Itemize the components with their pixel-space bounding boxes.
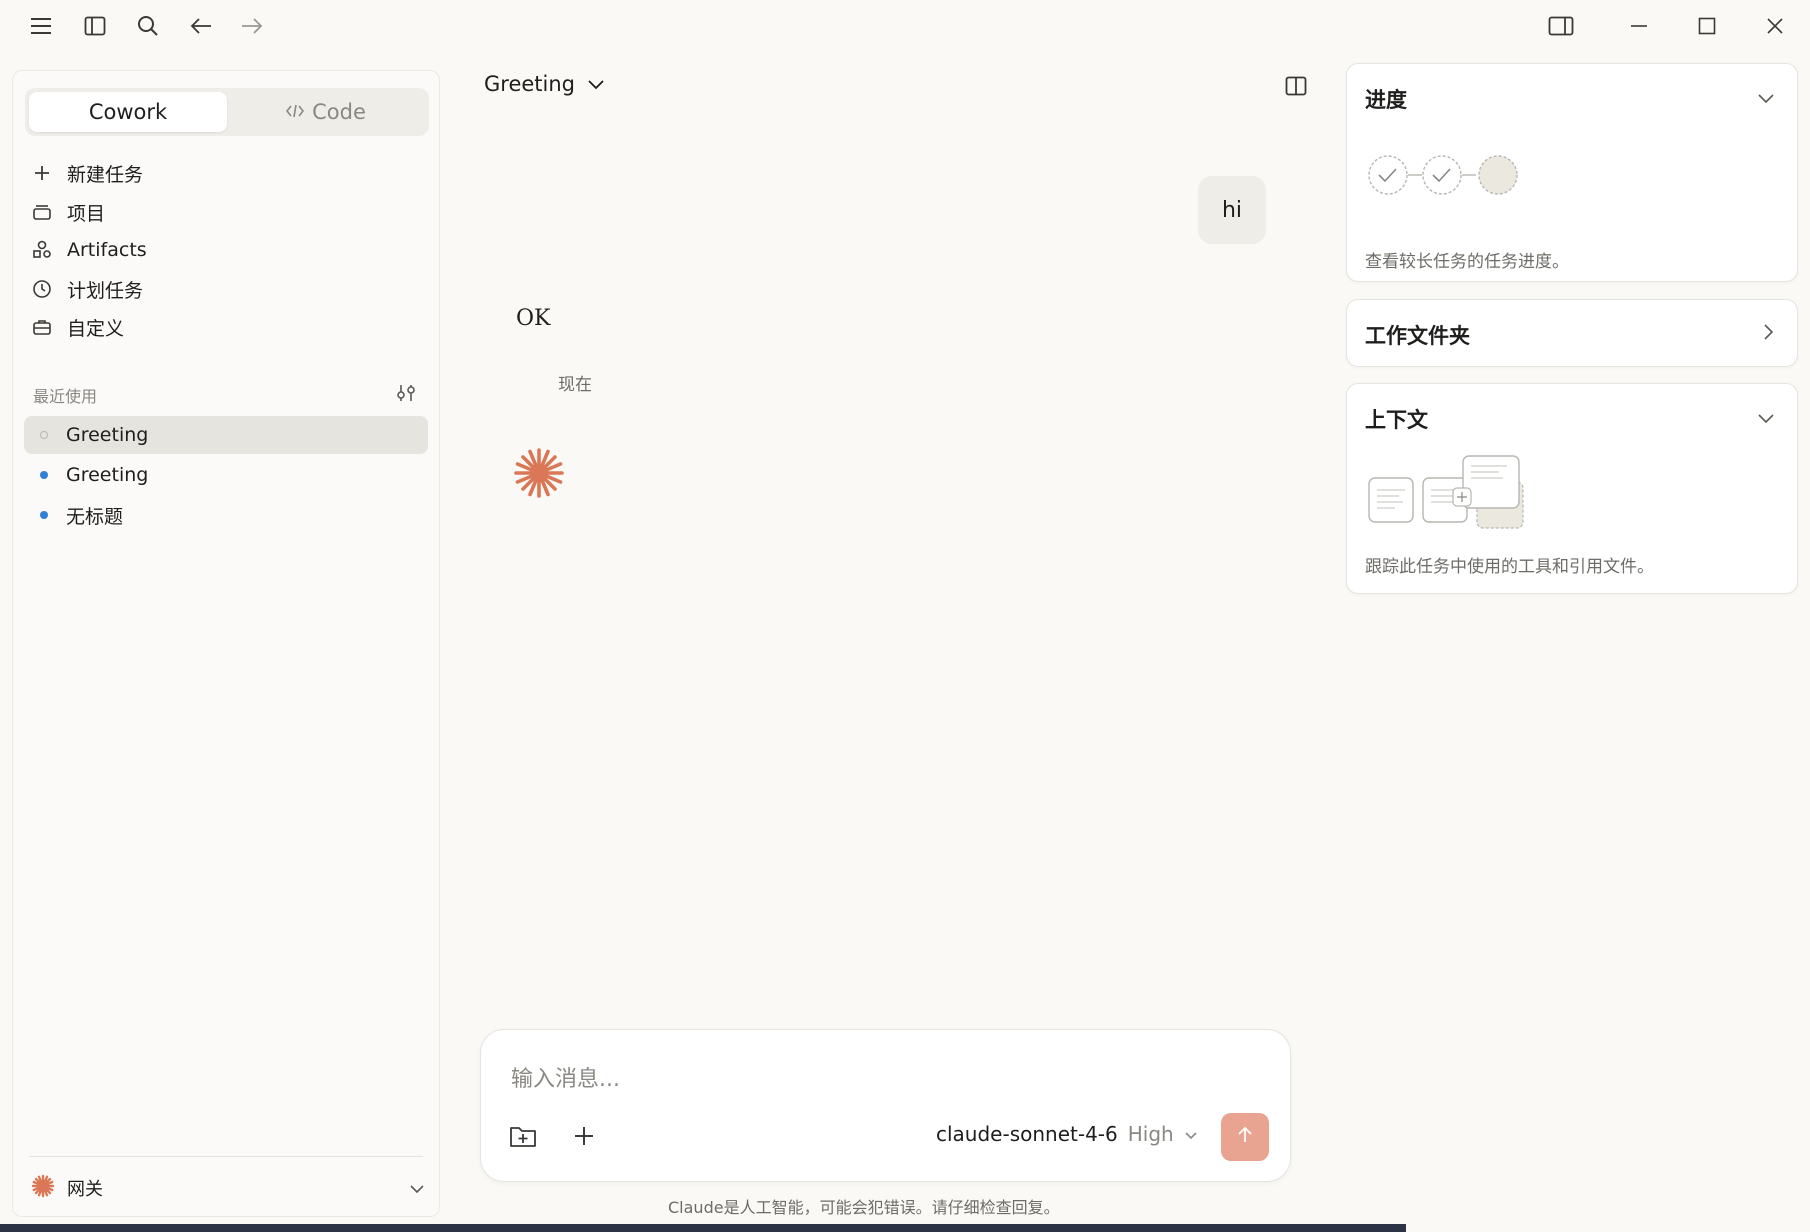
progress-card-title: 进度 — [1365, 88, 1407, 112]
model-selector[interactable]: claude-sonnet-4-6 High — [936, 1122, 1198, 1146]
taskbar-strip — [0, 1224, 1406, 1232]
plus-icon — [31, 162, 53, 184]
folder-stack-icon — [31, 201, 53, 223]
chevron-down-icon[interactable] — [1757, 410, 1775, 429]
sidebar-item-label: 新建任务 — [67, 163, 144, 186]
sidebar-item-artifacts[interactable]: Artifacts — [31, 233, 421, 267]
claude-spark-icon — [31, 1174, 55, 1203]
recent-item-label: Greeting — [66, 424, 149, 446]
sidebar-item-label: 自定义 — [67, 317, 125, 340]
user-message-bubble: hi — [1198, 176, 1266, 244]
forward-arrow-icon[interactable] — [237, 12, 267, 40]
sidebar-item-new-task[interactable]: 新建任务 — [31, 156, 421, 190]
progress-card-description: 查看较长任务的任务进度。 — [1365, 252, 1569, 272]
model-name: claude-sonnet-4-6 — [936, 1122, 1118, 1146]
back-arrow-icon[interactable] — [186, 12, 216, 40]
message-composer: claude-sonnet-4-6 High — [480, 1029, 1291, 1182]
chevron-down-icon — [1184, 1122, 1198, 1146]
sidebar-item-projects[interactable]: 项目 — [31, 195, 421, 229]
working-folder-card[interactable]: 工作文件夹 — [1346, 299, 1798, 367]
panel-layout-icon[interactable] — [1546, 12, 1576, 40]
search-icon[interactable] — [133, 12, 163, 40]
recent-item-label: 无标题 — [66, 505, 124, 528]
sidebar-item-label: Artifacts — [67, 239, 147, 261]
arrow-up-icon — [1237, 1126, 1253, 1148]
sidebar-item-scheduled[interactable]: 计划任务 — [31, 272, 421, 306]
add-attachment-button[interactable] — [566, 1118, 602, 1154]
claude-spark-icon — [512, 446, 566, 504]
chevron-down-icon — [587, 72, 605, 96]
sidebar-item-label: 项目 — [67, 202, 106, 225]
context-card: 上下文 跟踪此任务中使用的工具和引用文件。 — [1346, 383, 1798, 594]
tab-cowork[interactable]: Cowork — [29, 92, 227, 132]
add-folder-button[interactable] — [505, 1118, 541, 1154]
mode-switch: Cowork Code — [25, 88, 429, 136]
title-bar — [0, 0, 1810, 54]
chevron-down-icon — [409, 1178, 425, 1199]
sidebar-toggle-icon[interactable] — [80, 12, 110, 40]
progress-card: 进度 查看较长任务的任务进度。 — [1346, 63, 1798, 282]
maximize-icon[interactable] — [1692, 12, 1722, 40]
tab-cowork-label: Cowork — [88, 100, 168, 124]
assistant-message-text: OK — [516, 306, 551, 331]
message-input[interactable] — [511, 1060, 1251, 1098]
recent-item[interactable]: Greeting — [24, 416, 428, 454]
close-icon[interactable] — [1760, 12, 1790, 40]
context-card-title: 上下文 — [1365, 408, 1428, 432]
chevron-right-icon — [1763, 323, 1775, 345]
recent-item[interactable]: 无标题 — [24, 496, 428, 534]
recent-item[interactable]: Greeting — [24, 456, 428, 494]
recent-item-label: Greeting — [66, 464, 149, 486]
filter-sliders-icon[interactable] — [395, 383, 417, 407]
working-folder-title: 工作文件夹 — [1365, 324, 1470, 348]
context-files-illustration — [1367, 452, 1527, 538]
sidebar: Cowork Code 新建任务 项目 Artifacts 计划任务 自定义 最… — [12, 70, 440, 1217]
model-effort: High — [1127, 1122, 1174, 1146]
send-button[interactable] — [1221, 1113, 1269, 1161]
gateway-label: 网关 — [67, 1179, 103, 1200]
app-window: Cowork Code 新建任务 项目 Artifacts 计划任务 自定义 最… — [0, 0, 1810, 1232]
chevron-down-icon[interactable] — [1757, 90, 1775, 109]
clock-icon — [31, 278, 53, 300]
unread-dot — [40, 471, 48, 479]
conversation-title[interactable]: Greeting — [484, 72, 605, 96]
disclaimer-text: Claude是人工智能，可能会犯错误。请仔细检查回复。 — [668, 1198, 1060, 1217]
menu-icon[interactable] — [26, 12, 56, 40]
gateway-selector[interactable]: 网关 — [31, 1171, 425, 1205]
right-panel-toggle-icon[interactable] — [1285, 76, 1307, 100]
sidebar-item-label: 计划任务 — [67, 279, 144, 302]
progress-steps-illustration — [1367, 152, 1527, 202]
code-icon — [286, 100, 305, 124]
conversation-title-text: Greeting — [484, 72, 575, 96]
tab-code[interactable]: Code — [227, 92, 425, 132]
context-card-description: 跟踪此任务中使用的工具和引用文件。 — [1365, 557, 1654, 577]
sidebar-item-customize[interactable]: 自定义 — [31, 310, 421, 344]
briefcase-icon — [31, 316, 53, 338]
unread-dot — [40, 511, 48, 519]
minimize-icon[interactable] — [1624, 12, 1654, 40]
tab-code-label: Code — [312, 100, 366, 124]
status-dot — [40, 431, 48, 439]
shapes-icon — [31, 239, 53, 261]
divider — [29, 1156, 423, 1157]
recent-section-label: 最近使用 — [33, 387, 98, 406]
message-timestamp: 现在 — [558, 375, 592, 395]
user-message-text: hi — [1221, 197, 1243, 223]
